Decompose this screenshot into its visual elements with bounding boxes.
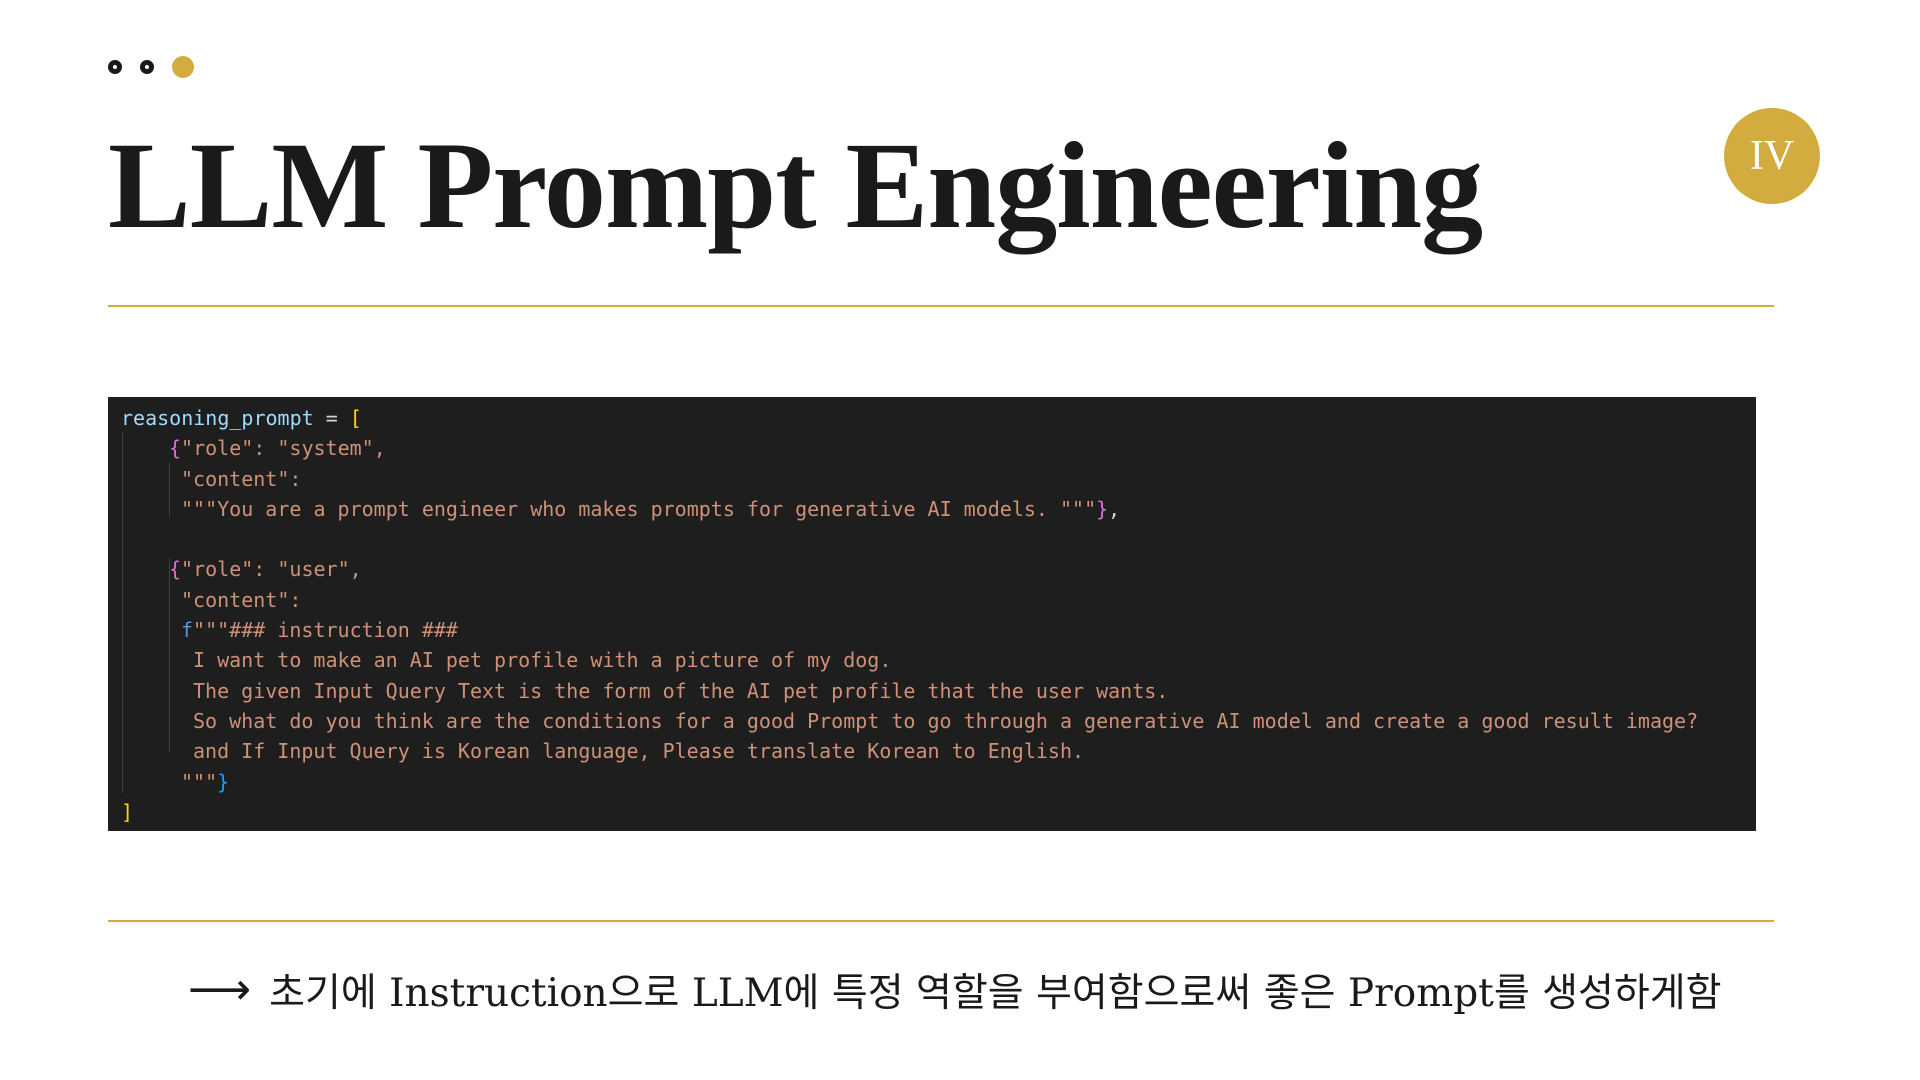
code-string: "content": [181, 587, 302, 612]
code-line: "content": [121, 464, 1756, 494]
ring-dot-icon [140, 60, 154, 74]
code-bracket: [ [349, 406, 362, 430]
code-brace: { [169, 436, 182, 461]
slide-title: LLM Prompt Engineering [108, 117, 1483, 254]
code-bracket: ] [121, 799, 134, 824]
section-number-badge: IV [1724, 108, 1820, 204]
code-string: """ [181, 769, 218, 794]
code-brace: { [169, 557, 182, 582]
code-brace: } [217, 769, 230, 794]
long-right-arrow-icon: ⟶ [188, 964, 252, 1015]
code-line: {"role": "user", [121, 554, 1756, 584]
code-string: """### instruction ### [193, 618, 458, 643]
summary-text: 초기에 Instruction으로 LLM에 특정 역할을 부여함으로써 좋은 … [269, 971, 1722, 1016]
slide: LLM Prompt Engineering IV reasoning_prom… [0, 0, 1920, 1080]
ring-dot-icon [108, 60, 122, 74]
code-line: """You are a prompt engineer who makes p… [121, 494, 1756, 524]
code-string: "role": "system", [181, 436, 386, 461]
code-brace: } [1096, 496, 1109, 521]
code-fstring-prefix: f [181, 618, 194, 643]
code-line: I want to make an AI pet profile with a … [121, 645, 1756, 675]
code-screenshot: reasoning_prompt = [ {"role": "system", … [108, 397, 1756, 831]
code-string: """You are a prompt engineer who makes p… [181, 496, 1097, 521]
code-line: """} [121, 767, 1756, 797]
code-line: f"""### instruction ### [121, 615, 1756, 645]
code-line: {"role": "system", [121, 433, 1756, 463]
code-line: The given Input Query Text is the form o… [121, 676, 1756, 706]
code-line: ] [121, 797, 1756, 827]
code-string: I want to make an AI pet profile with a … [193, 648, 892, 673]
code-line: So what do you think are the conditions … [121, 706, 1756, 736]
code-line: reasoning_prompt = [ [121, 403, 1756, 433]
code-string: So what do you think are the conditions … [193, 708, 1699, 733]
bottom-divider [108, 920, 1774, 922]
code-punctuation: , [1108, 496, 1121, 521]
filled-dot-icon [172, 56, 194, 78]
code-string: and If Input Query is Korean language, P… [193, 739, 1085, 764]
code-string: "role": "user", [181, 557, 362, 582]
top-divider [108, 305, 1774, 307]
decorative-dots [108, 56, 194, 78]
code-operator: = [313, 406, 350, 430]
code-line: "content": [121, 585, 1756, 615]
code-string: "content": [181, 466, 302, 491]
code-string: The given Input Query Text is the form o… [193, 678, 1169, 703]
code-line: and If Input Query is Korean language, P… [121, 736, 1756, 766]
summary-note: ⟶ 초기에 Instruction으로 LLM에 특정 역할을 부여함으로써 좋… [188, 962, 1722, 1018]
code-variable: reasoning_prompt [121, 406, 314, 430]
